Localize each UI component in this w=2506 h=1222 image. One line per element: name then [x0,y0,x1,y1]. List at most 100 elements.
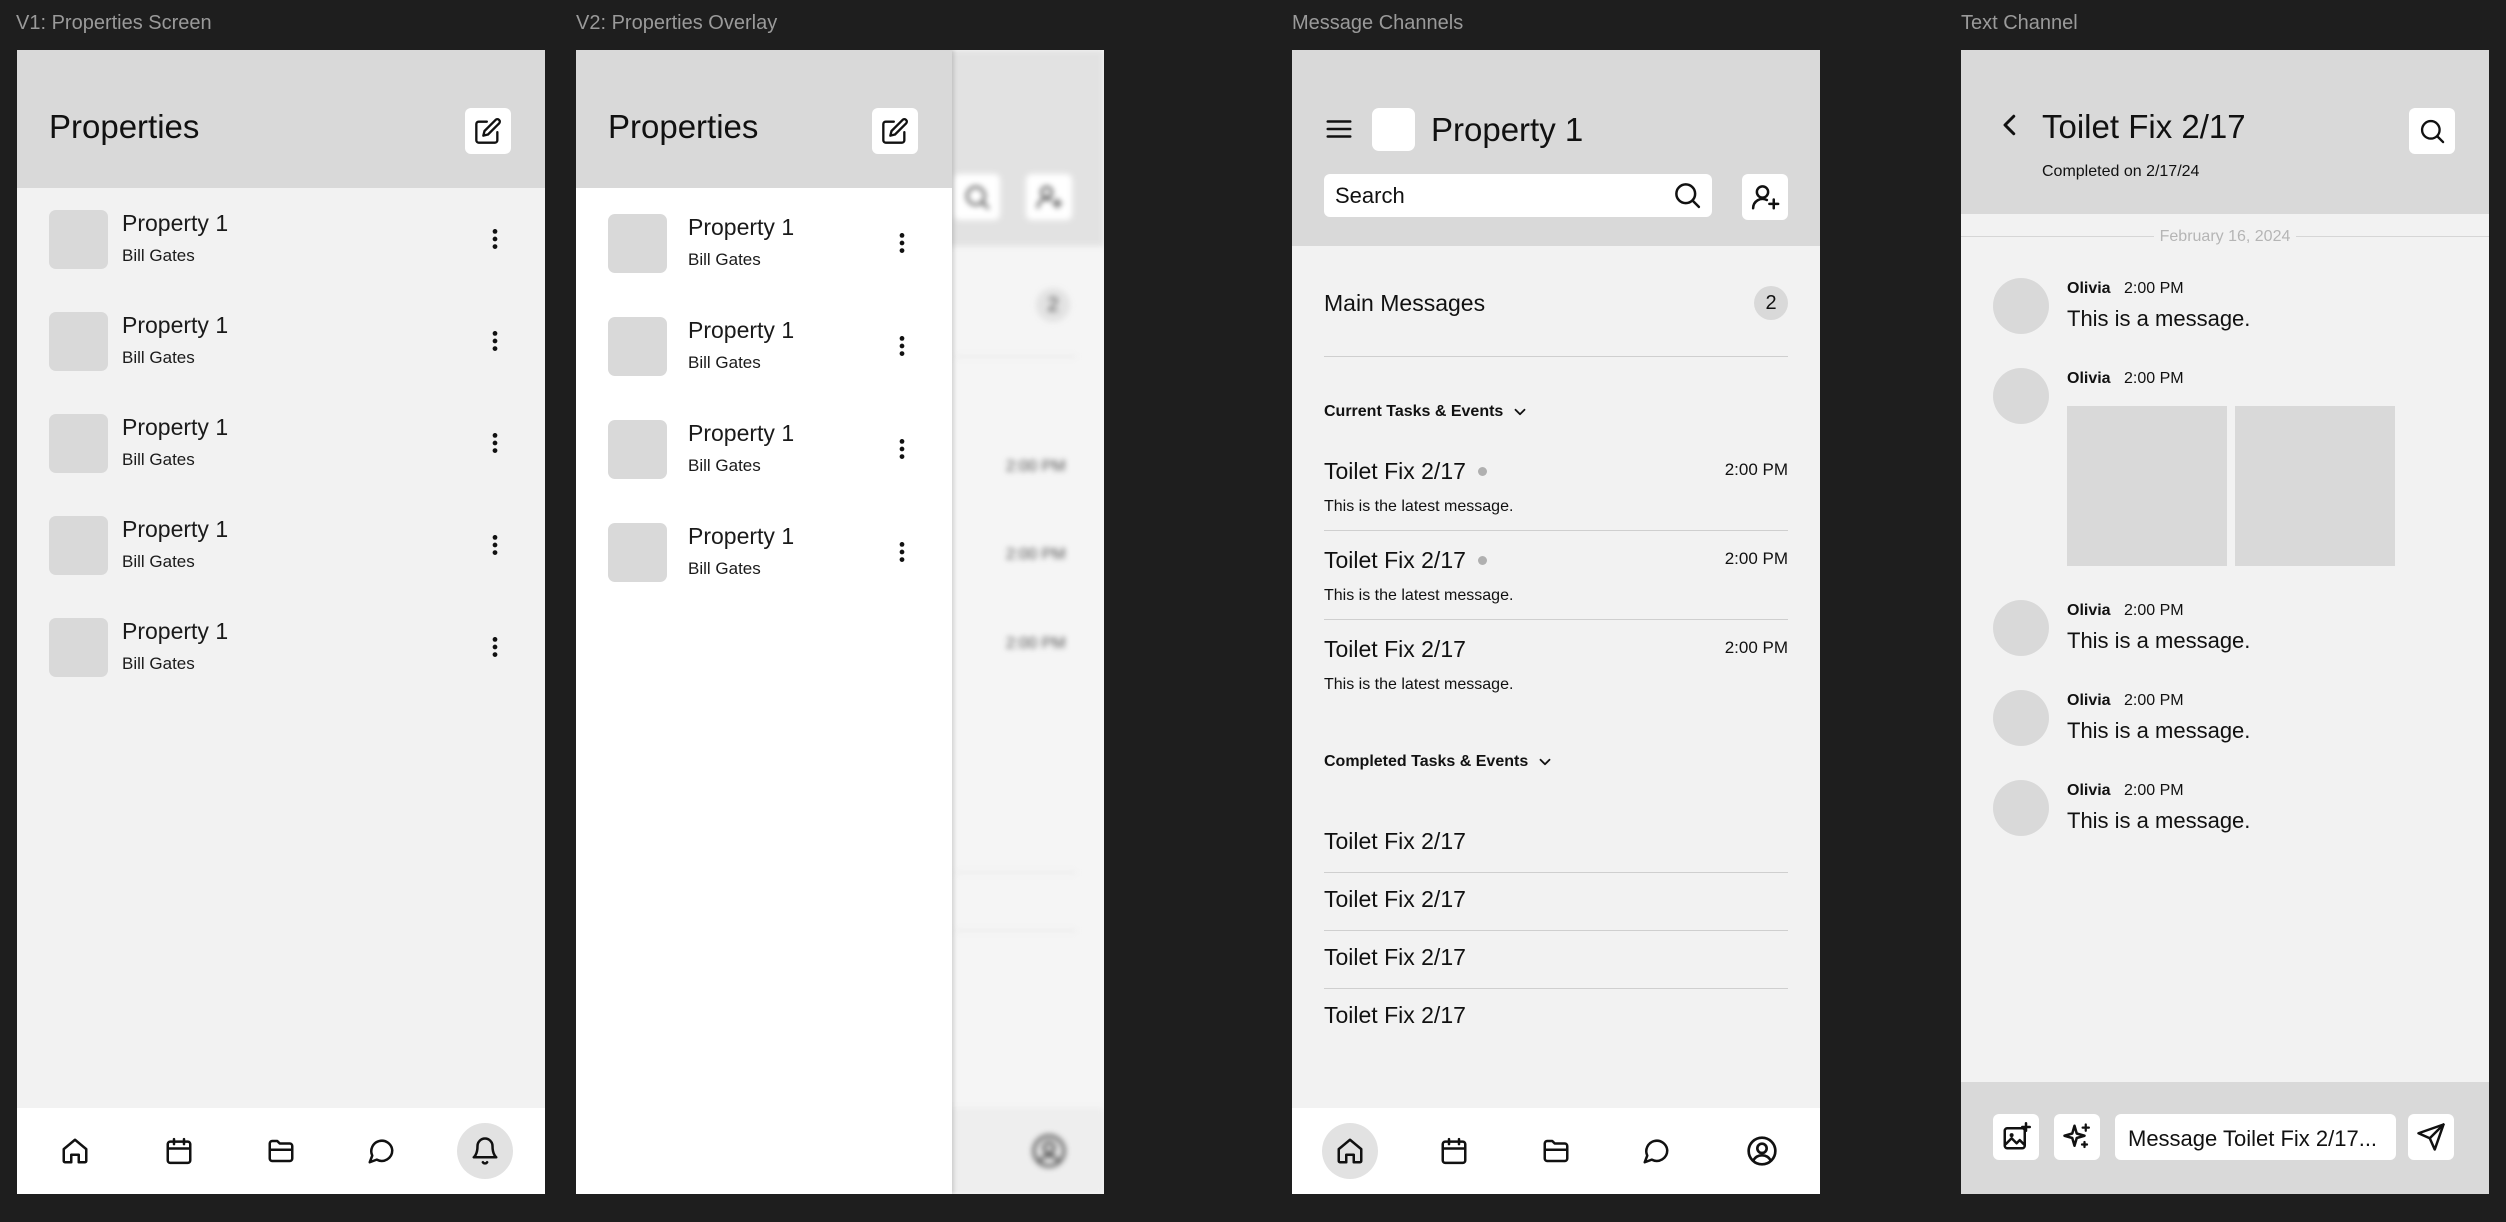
channel-item[interactable]: Toilet Fix 2/17 2:00 PM This is the late… [1324,634,1788,718]
section-title: Completed Tasks & Events [1324,753,1529,770]
property-owner: Bill Gates [688,559,761,578]
more-button[interactable] [480,423,510,463]
more-button[interactable] [887,223,917,263]
nav-messages[interactable] [353,1123,409,1179]
property-item[interactable]: Property 1 Bill Gates [576,420,952,523]
header: Property 1 Search [1292,50,1820,246]
unread-count-badge: 2 [1754,286,1788,320]
property-thumbnail [608,523,667,582]
menu-icon [1324,114,1354,144]
property-owner: Bill Gates [688,353,761,372]
current-section-header[interactable]: Current Tasks & Events [1324,400,1529,424]
avatar [1993,368,2049,424]
ai-assist-button[interactable] [2054,1114,2100,1160]
back-button[interactable] [1995,110,2025,140]
message-text: This is a message. [2067,628,2251,653]
property-owner: Bill Gates [688,456,761,475]
edit-button[interactable] [872,108,918,154]
image-attachment[interactable] [2067,406,2227,566]
completed-channel-item[interactable]: Toilet Fix 2/17 [1324,886,1466,913]
more-vertical-icon [482,532,508,558]
property-item[interactable]: Property 1 Bill Gates [576,214,952,317]
completed-channel-item[interactable]: Toilet Fix 2/17 [1324,828,1466,855]
completed-channel-item[interactable]: Toilet Fix 2/17 [1324,944,1466,971]
edit-button[interactable] [465,108,511,154]
attach-image-button[interactable] [1993,1114,2039,1160]
message: Olivia 2:00 PM This is a message. [1961,600,2489,670]
avatar [1993,278,2049,334]
sender-name: Olivia [2067,370,2111,387]
search-icon [1672,180,1702,210]
message-text: This is a message. [2067,808,2251,833]
image-attachment[interactable] [2235,406,2395,566]
search-input[interactable]: Search [1335,183,1405,209]
nav-files[interactable] [1528,1123,1584,1179]
property-item[interactable]: Property 1 Bill Gates [17,414,545,516]
nav-home[interactable] [1322,1123,1378,1179]
property-item[interactable]: Property 1 Bill Gates [17,312,545,414]
more-button[interactable] [887,429,917,469]
property-name: Property 1 [122,516,229,542]
add-user-button[interactable] [1742,174,1788,220]
completed-section-header[interactable]: Completed Tasks & Events [1324,750,1554,774]
unread-dot [1477,467,1487,476]
message: Olivia 2:00 PM This is a message. [1961,690,2489,760]
property-name: Property 1 [122,312,229,338]
channel-title: Toilet Fix 2/17 [1324,636,1466,662]
channel-subtitle: Completed on 2/17/24 [2042,163,2200,180]
sparkle-icon [2062,1122,2092,1152]
frame-title-text-channel: Text Channel [1961,12,2078,34]
more-button[interactable] [480,219,510,259]
property-item[interactable]: Property 1 Bill Gates [17,618,545,720]
more-button[interactable] [480,525,510,565]
bottom-nav [1292,1108,1820,1194]
nav-notifications[interactable] [457,1123,513,1179]
search-button[interactable] [2409,108,2455,154]
sender-name: Olivia [2067,782,2111,799]
property-name: Property 1 [122,210,229,236]
search-bar[interactable]: Search [1324,174,1712,217]
more-vertical-icon [482,226,508,252]
completed-channel-item[interactable]: Toilet Fix 2/17 [1324,1002,1466,1029]
send-button[interactable] [2408,1114,2454,1160]
properties-panel: Properties Property 1 Bill Gates Propert… [576,50,952,1194]
message-text: This is a message. [2067,306,2251,331]
nav-home[interactable] [47,1123,103,1179]
more-vertical-icon [482,430,508,456]
search-icon [2418,117,2446,145]
message: Olivia 2:00 PM [1961,368,2489,568]
more-vertical-icon [482,328,508,354]
avatar [1993,690,2049,746]
property-item[interactable]: Property 1 Bill Gates [576,523,952,626]
nav-profile[interactable] [1734,1123,1790,1179]
channel-time: 2:00 PM [1724,460,1788,479]
message-input[interactable]: Message Toilet Fix 2/17... [2115,1114,2396,1160]
bottom-nav [17,1108,545,1194]
message-time: 2:00 PM [2124,782,2184,799]
main-messages-row[interactable]: Main Messages 2 [1324,286,1788,336]
channel-item[interactable]: Toilet Fix 2/17 2:00 PM This is the late… [1324,456,1788,540]
property-name: Property 1 [688,317,795,343]
nav-calendar[interactable] [151,1123,207,1179]
unread-dot [1477,556,1487,565]
property-item[interactable]: Property 1 Bill Gates [17,210,545,312]
property-name: Property 1 [122,414,229,440]
property-thumbnail [49,414,108,473]
nav-files[interactable] [253,1123,309,1179]
more-button[interactable] [480,321,510,361]
nav-messages[interactable] [1628,1123,1684,1179]
properties-screen: Properties Property 1 Bill Gates Propert… [17,50,545,1194]
more-button[interactable] [480,627,510,667]
more-button[interactable] [887,326,917,366]
message-time: 2:00 PM [2124,602,2184,619]
property-item[interactable]: Property 1 Bill Gates [17,516,545,618]
property-name: Property 1 [688,420,795,446]
message: Olivia 2:00 PM This is a message. [1961,278,2489,348]
channel-item[interactable]: Toilet Fix 2/17 2:00 PM This is the late… [1324,545,1788,629]
property-name: Property 1 [688,214,795,240]
property-item[interactable]: Property 1 Bill Gates [576,317,952,420]
menu-button[interactable] [1324,114,1354,144]
nav-calendar[interactable] [1426,1123,1482,1179]
property-name: Property 1 [122,618,229,644]
more-button[interactable] [887,532,917,572]
